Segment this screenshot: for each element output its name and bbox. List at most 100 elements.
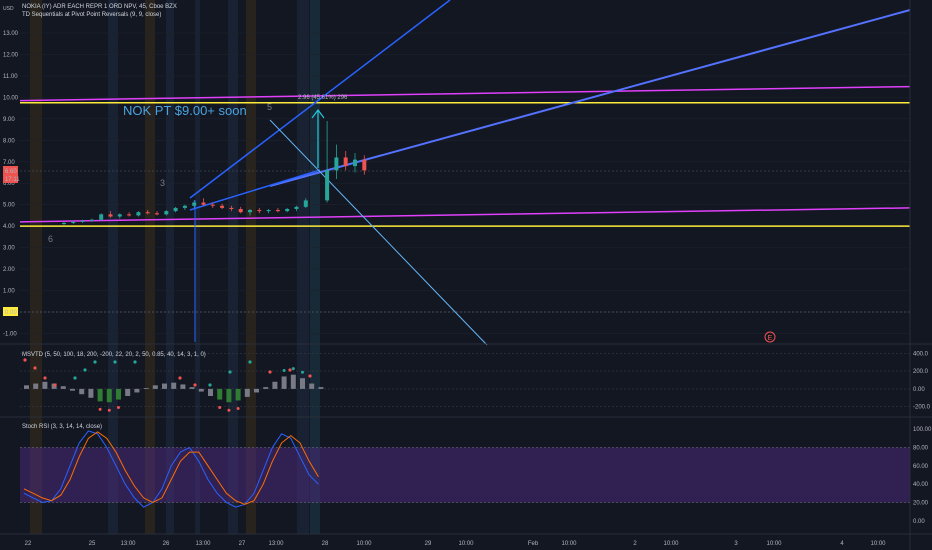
msvtd-histogram-bar: [272, 381, 278, 389]
msvtd-histogram-bar: [263, 387, 269, 389]
msvtd-histogram-bar: [60, 386, 66, 389]
bar-countdown: 17:11: [5, 177, 20, 183]
candle-body[interactable]: [343, 157, 348, 167]
indicator-title[interactable]: TD Sequentials at Pivot Point Reversals …: [22, 12, 161, 18]
candle-body[interactable]: [285, 208, 290, 212]
time-tick-label: Feb: [528, 541, 539, 547]
msvtd-signal-dot: [107, 408, 111, 412]
candle-body[interactable]: [303, 200, 308, 207]
msvtd-trend-dot: [288, 368, 292, 372]
candle-body[interactable]: [362, 159, 367, 171]
candle-body[interactable]: [80, 220, 85, 222]
candle-body[interactable]: [248, 210, 252, 213]
msvtd-histogram-bar: [125, 388, 131, 396]
time-tick-label: 13:00: [120, 541, 136, 547]
stoch-rsi-pane[interactable]: 100.00 80.00 60.00 40.00 20.00 0.00: [20, 427, 932, 525]
time-tick-label: 29: [425, 541, 432, 547]
msvtd-histogram-bar: [33, 383, 39, 389]
candle-body[interactable]: [108, 214, 113, 217]
msvtd-signal-dot: [98, 407, 102, 411]
msvtd-trend-dot: [113, 360, 117, 364]
msvtd-trend-dot: [93, 360, 97, 364]
msvtd-pane[interactable]: 400.0 200.0 0.00 -200.0: [20, 351, 931, 412]
candle-body[interactable]: [89, 219, 94, 221]
msvtd-histogram-bar: [106, 388, 112, 403]
candle-body[interactable]: [334, 157, 339, 171]
time-tick-label: 28: [322, 541, 329, 547]
candle-body[interactable]: [164, 211, 169, 215]
chart-title[interactable]: NOKIA (IY) ADR EACH REPR 1 ORD NPV, 45, …: [22, 4, 177, 10]
stoch-overbought-band: [20, 447, 910, 503]
candle-body[interactable]: [266, 210, 271, 212]
stoch-tick-label: 20.00: [913, 501, 929, 507]
candle-body[interactable]: [229, 207, 234, 209]
time-tick-label: 2: [633, 541, 637, 547]
price-tick-label: 12.00: [3, 52, 19, 58]
price-tick-label: 11.00: [3, 74, 18, 80]
msvtd-histogram-bar: [171, 382, 177, 389]
msvtd-trend-dot: [193, 383, 197, 387]
msvtd-histogram-bar: [217, 388, 223, 400]
time-tick-label: 10:00: [663, 541, 679, 547]
candle-body[interactable]: [182, 205, 187, 208]
candle-body[interactable]: [220, 205, 225, 208]
msvtd-trend-dot: [248, 360, 252, 364]
candle-body[interactable]: [325, 170, 330, 201]
candle-body[interactable]: [275, 210, 280, 212]
time-tick-label: 25: [89, 541, 96, 547]
msvtd-histogram-bar: [42, 381, 48, 389]
candle-body[interactable]: [238, 208, 243, 213]
candle-body[interactable]: [353, 159, 357, 167]
time-tick-label: 27: [239, 541, 246, 547]
msvtd-tick-label: 400.0: [913, 351, 929, 357]
msvtd-trend-dot: [33, 366, 37, 370]
candle-body[interactable]: [257, 210, 262, 212]
msvtd-histogram-bar: [162, 383, 167, 389]
msvtd-histogram-bar: [79, 388, 85, 395]
candle-body[interactable]: [145, 212, 150, 214]
candle-body[interactable]: [155, 213, 159, 215]
td-count-5: 5: [267, 102, 272, 112]
msvtd-histogram-bar: [70, 388, 75, 391]
candle-body[interactable]: [136, 212, 141, 216]
time-tick-label: 26: [163, 541, 170, 547]
time-axis[interactable]: 22 25 13:00 26 13:00 27 13:00 28 10:00 29 10:00 Feb…: [25, 541, 887, 547]
candle-body[interactable]: [201, 202, 206, 205]
msvtd-histogram-bar: [244, 388, 250, 397]
msvtd-histogram-bar: [116, 388, 121, 400]
msvtd-trend-dot: [308, 374, 312, 378]
candle-body[interactable]: [71, 221, 76, 223]
time-tick-label: 4: [840, 541, 844, 547]
chart-canvas[interactable]: 2.96 (45.61%) 296 NOK PT $9.00+ soon 6 3…: [0, 0, 932, 550]
price-axis[interactable]: 13.0012.0011.0010.009.008.007.006.005.00…: [3, 31, 19, 337]
msvtd-histogram-bar: [226, 388, 232, 403]
price-tick-label: 5.00: [3, 203, 15, 209]
msvtd-label[interactable]: MSVTD (5, 50, 100, 18, 200, -200, 22, 20…: [22, 352, 206, 358]
candle-body[interactable]: [210, 204, 215, 206]
stoch-tick-label: 0.00: [913, 519, 925, 525]
msvtd-histogram-bar: [198, 388, 204, 392]
candle-body[interactable]: [294, 206, 299, 209]
candle-body[interactable]: [192, 202, 197, 206]
price-tick-label: 1.00: [3, 289, 15, 295]
msvtd-signal-dot: [236, 406, 240, 410]
stoch-rsi-label[interactable]: Stoch RSI (3, 3, 14, 14, close): [22, 424, 102, 430]
candle-body[interactable]: [127, 214, 132, 216]
msvtd-trend-dot: [73, 376, 77, 380]
price-target-annotation[interactable]: NOK PT $9.00+ soon: [123, 103, 247, 118]
msvtd-histogram-bar: [180, 384, 186, 389]
candle-body[interactable]: [173, 207, 178, 212]
currency-label: USD: [3, 6, 14, 12]
current-price-value: 6.60: [5, 169, 17, 175]
price-tick-label: 4.00: [3, 224, 15, 230]
msvtd-tick-label: 200.0: [913, 369, 929, 375]
candle-body[interactable]: [62, 222, 66, 225]
price-tick-label: 9.00: [3, 117, 15, 123]
time-tick-label: 10:00: [458, 541, 474, 547]
msvtd-signal-dot: [282, 368, 286, 372]
candle-body[interactable]: [117, 214, 122, 217]
msvtd-trend-dot: [23, 358, 27, 362]
rising-channel-line[interactable]: [269, 9, 911, 187]
candle-body[interactable]: [99, 214, 104, 220]
stoch-tick-label: 100.00: [913, 427, 932, 433]
